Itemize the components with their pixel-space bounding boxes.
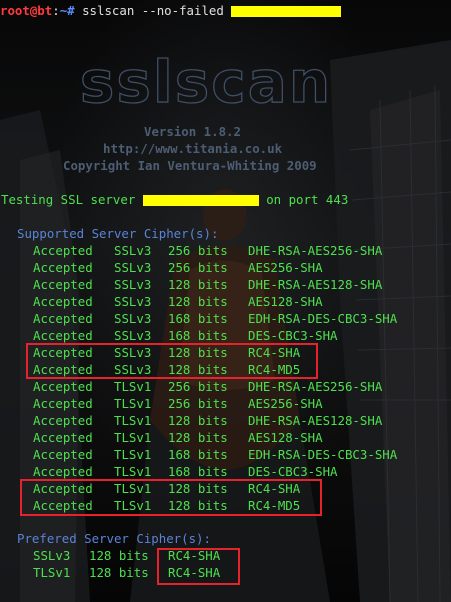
cipher-bits: 128 bits	[168, 413, 228, 428]
cipher-name: AES128-SHA	[248, 294, 323, 309]
cipher-protocol: SSLv3	[114, 311, 152, 326]
cipher-status: Accepted	[33, 464, 93, 479]
cipher-bits: 168 bits	[168, 447, 228, 462]
cipher-protocol: TLSv1	[114, 379, 152, 394]
cipher-status: Accepted	[33, 294, 93, 309]
redacted-server	[142, 195, 259, 206]
cipher-protocol: TLSv1	[114, 464, 152, 479]
preferred-bits: 128 bits	[89, 565, 149, 580]
cipher-name: DHE-RSA-AES128-SHA	[248, 413, 383, 428]
highlight-box-preferred-rc4	[157, 548, 240, 585]
cipher-bits: 168 bits	[168, 464, 228, 479]
cipher-protocol: TLSv1	[114, 430, 152, 445]
command-text: sslscan --no-failed	[82, 3, 224, 18]
cipher-protocol: TLSv1	[114, 413, 152, 428]
cipher-bits: 128 bits	[168, 277, 228, 292]
cipher-status: Accepted	[33, 328, 93, 343]
cipher-bits: 128 bits	[168, 430, 228, 445]
testing-line: Testing SSL server on port 443	[1, 191, 348, 208]
cipher-status: Accepted	[33, 260, 93, 275]
cipher-name: DHE-RSA-AES128-SHA	[248, 277, 383, 292]
cipher-name: DES-CBC3-SHA	[248, 464, 338, 479]
cipher-protocol: SSLv3	[114, 243, 152, 258]
cipher-bits: 256 bits	[168, 379, 228, 394]
preferred-protocol: TLSv1	[33, 565, 71, 580]
cipher-bits: 168 bits	[168, 328, 228, 343]
testing-suffix: on port 443	[266, 192, 349, 207]
cipher-protocol: TLSv1	[114, 396, 152, 411]
cipher-status: Accepted	[33, 311, 93, 326]
version-text: Version 1.8.2	[144, 124, 241, 139]
copyright-text: Copyright Ian Ventura-Whiting 2009	[63, 158, 317, 173]
cipher-status: Accepted	[33, 277, 93, 292]
prompt-user-host: root@bt	[0, 3, 53, 18]
cipher-name: DES-CBC3-SHA	[248, 328, 338, 343]
cipher-protocol: SSLv3	[114, 277, 152, 292]
cipher-name: DHE-RSA-AES256-SHA	[248, 243, 383, 258]
cipher-status: Accepted	[33, 413, 93, 428]
cipher-protocol: SSLv3	[114, 260, 152, 275]
highlight-box-tlsv1-rc4	[20, 479, 322, 516]
preferred-bits: 128 bits	[89, 548, 149, 563]
prompt-separator: :	[52, 3, 60, 18]
cipher-status: Accepted	[33, 396, 93, 411]
website-url: http://www.titania.co.uk	[103, 141, 283, 156]
redacted-hostname	[231, 6, 342, 17]
command-line: root@bt:~# sslscan --no-failed	[0, 2, 342, 19]
cipher-status: Accepted	[33, 379, 93, 394]
logo-text: sslscan	[80, 50, 332, 114]
cipher-status: Accepted	[33, 447, 93, 462]
prompt-symbol: #	[67, 3, 75, 18]
cipher-name: EDH-RSA-DES-CBC3-SHA	[248, 447, 398, 462]
cipher-name: AES256-SHA	[248, 260, 323, 275]
terminal-window[interactable]: root@bt:~# sslscan --no-failed sslscan V…	[0, 0, 451, 602]
cipher-name: AES128-SHA	[248, 430, 323, 445]
cipher-protocol: SSLv3	[114, 328, 152, 343]
sslscan-logo: sslscan	[79, 50, 332, 114]
cipher-name: EDH-RSA-DES-CBC3-SHA	[248, 311, 398, 326]
highlight-box-sslv3-rc4	[26, 343, 318, 379]
cipher-bits: 256 bits	[168, 396, 228, 411]
testing-prefix: Testing SSL server	[1, 192, 136, 207]
cipher-bits: 168 bits	[168, 311, 228, 326]
cipher-protocol: TLSv1	[114, 447, 152, 462]
cipher-name: AES256-SHA	[248, 396, 323, 411]
cipher-bits: 256 bits	[168, 243, 228, 258]
supported-ciphers-heading: Supported Server Cipher(s):	[17, 226, 219, 241]
cipher-protocol: SSLv3	[114, 294, 152, 309]
cipher-status: Accepted	[33, 243, 93, 258]
cipher-bits: 256 bits	[168, 260, 228, 275]
preferred-protocol: SSLv3	[33, 548, 71, 563]
cipher-status: Accepted	[33, 430, 93, 445]
cipher-bits: 128 bits	[168, 294, 228, 309]
cipher-name: DHE-RSA-AES256-SHA	[248, 379, 383, 394]
preferred-ciphers-heading: Prefered Server Cipher(s):	[17, 531, 211, 546]
